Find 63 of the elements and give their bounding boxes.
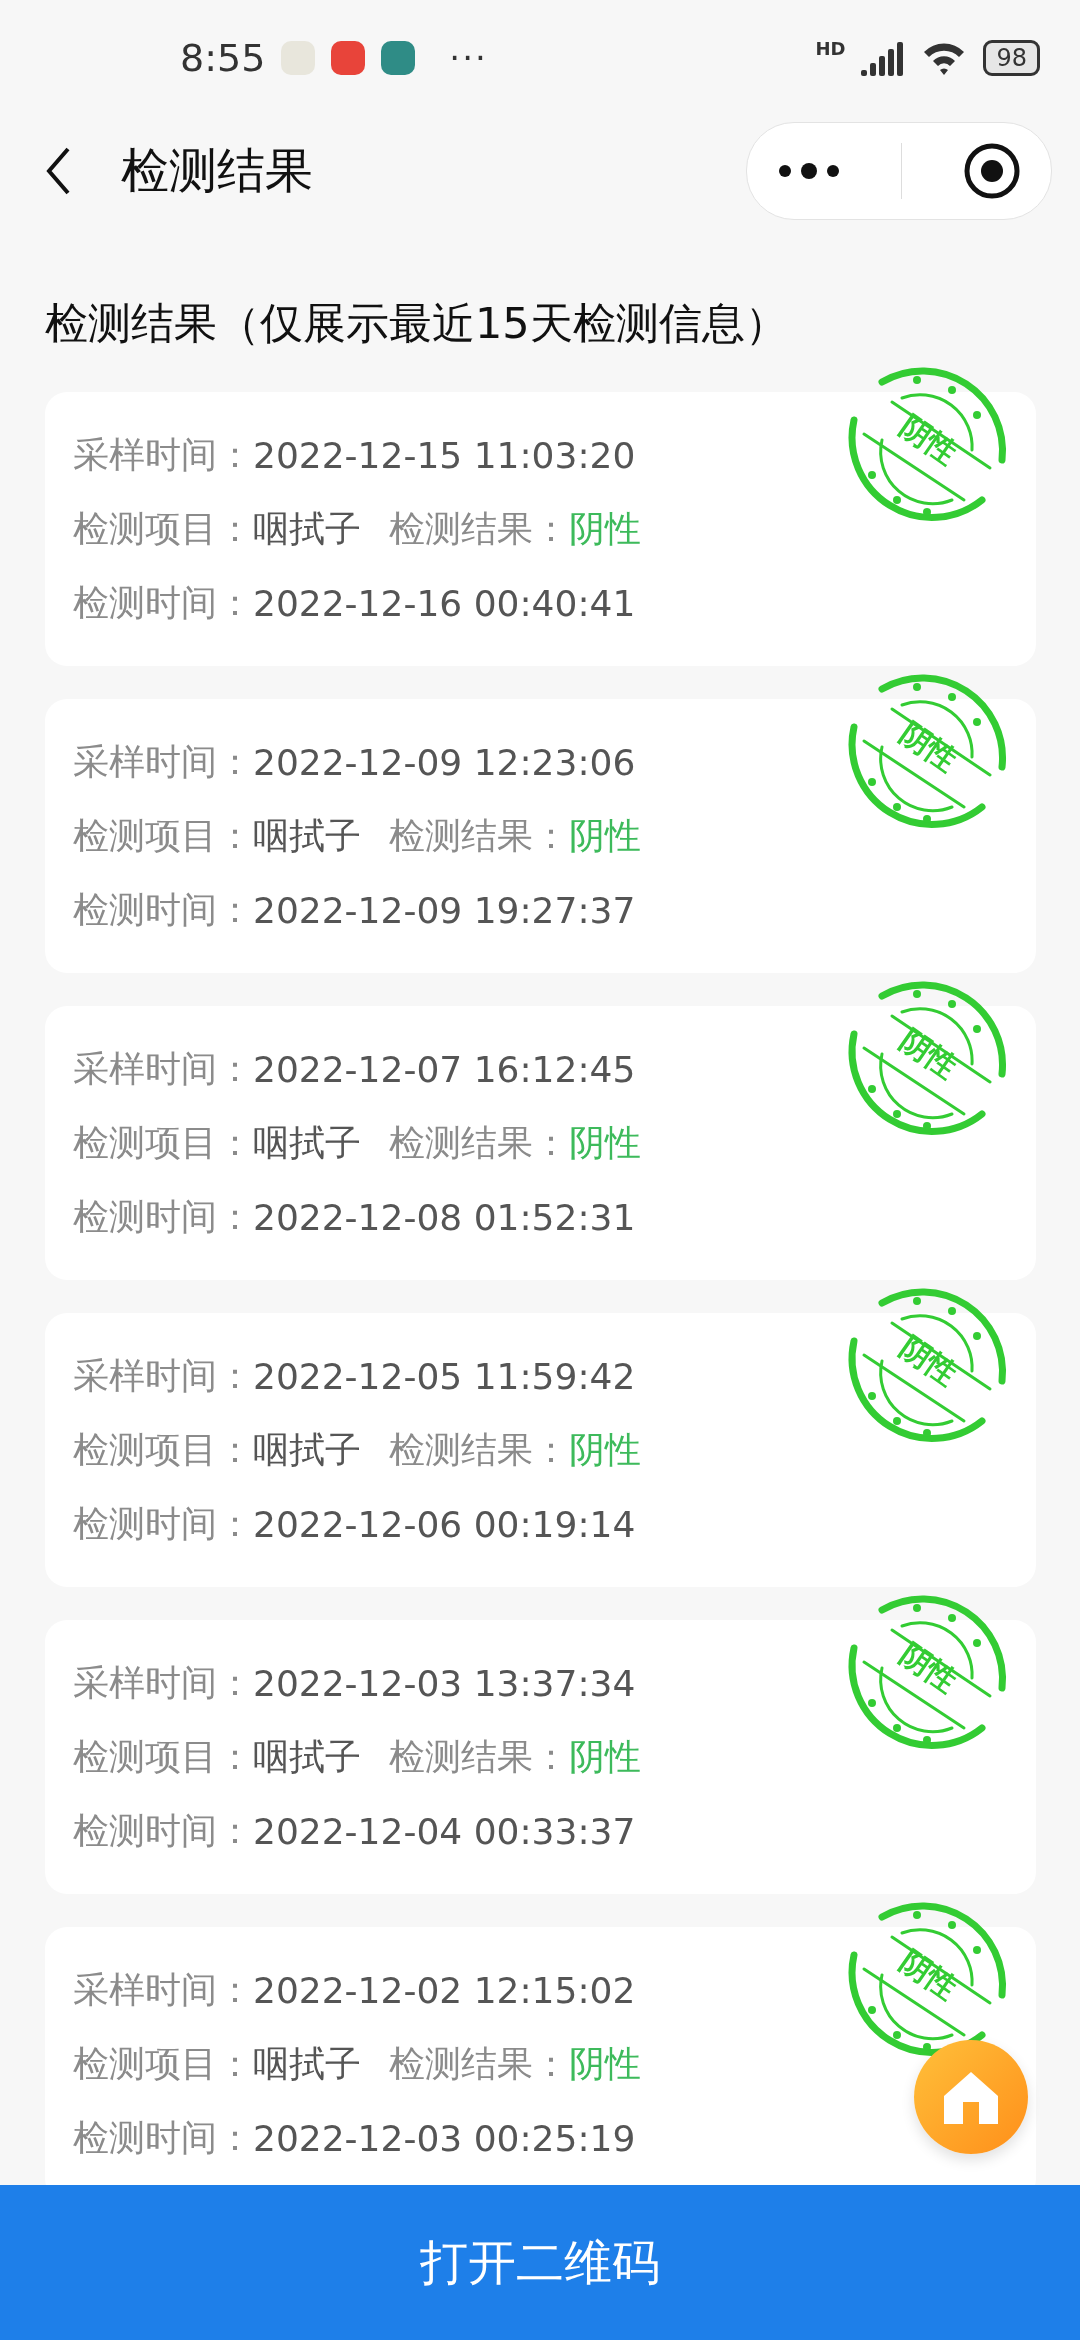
- field-label: 采样时间：: [73, 1353, 253, 1398]
- open-qr-code-button[interactable]: 打开二维码: [0, 2185, 1080, 2340]
- back-icon[interactable]: [45, 146, 71, 196]
- test-time: 2022-12-03 00:25:19: [253, 2117, 636, 2159]
- test-time: 2022-12-08 01:52:31: [253, 1196, 636, 1238]
- field-label: 检测项目：: [73, 2041, 253, 2086]
- app-notification-icon: [281, 41, 316, 75]
- field-label: 采样时间：: [73, 1046, 253, 1091]
- test-item: 咽拭子: [253, 2041, 361, 2086]
- field-label: 采样时间：: [73, 1967, 253, 2012]
- app-notification-icon: [331, 41, 366, 75]
- field-label: 检测项目：: [73, 1120, 253, 1165]
- test-time: 2022-12-06 00:19:14: [253, 1503, 636, 1545]
- field-label: 检测时间：: [73, 580, 253, 625]
- field-label: 采样时间：: [73, 432, 253, 477]
- sample-time: 2022-12-09 12:23:06: [253, 741, 636, 783]
- field-label: 检测结果：: [389, 1427, 569, 1472]
- test-item: 咽拭子: [253, 1427, 361, 1472]
- test-item: 咽拭子: [253, 1120, 361, 1165]
- section-heading: 检测结果（仅展示最近15天检测信息）: [44, 297, 789, 350]
- field-label: 检测结果：: [389, 813, 569, 858]
- field-label: 检测项目：: [73, 813, 253, 858]
- test-item: 咽拭子: [253, 506, 361, 551]
- test-time: 2022-12-04 00:33:37: [253, 1810, 636, 1852]
- field-label: 采样时间：: [73, 1660, 253, 1705]
- app-notification-icon: [381, 41, 416, 75]
- field-label: 检测结果：: [389, 506, 569, 551]
- field-label: 检测项目：: [73, 506, 253, 551]
- page-title: 检测结果: [121, 141, 313, 200]
- field-label: 检测时间：: [73, 887, 253, 932]
- sample-time: 2022-12-02 12:15:02: [253, 1969, 636, 2011]
- more-icon[interactable]: [777, 163, 842, 179]
- test-item: 咽拭子: [253, 813, 361, 858]
- sample-time: 2022-12-03 13:37:34: [253, 1662, 636, 1704]
- field-label: 检测时间：: [73, 2115, 253, 2160]
- field-label: 检测项目：: [73, 1734, 253, 1779]
- sample-time: 2022-12-05 11:59:42: [253, 1355, 636, 1397]
- field-label: 采样时间：: [73, 739, 253, 784]
- field-label: 检测时间：: [73, 1808, 253, 1853]
- home-icon: [942, 2070, 1000, 2124]
- field-label: 检测时间：: [73, 1194, 253, 1239]
- test-time: 2022-12-16 00:40:41: [253, 582, 636, 624]
- sample-time: 2022-12-07 16:12:45: [253, 1048, 636, 1090]
- sample-time: 2022-12-15 11:03:20: [253, 434, 636, 476]
- network-label: HD: [815, 38, 846, 59]
- test-result: 阴性: [569, 2041, 641, 2086]
- test-time: 2022-12-09 19:27:37: [253, 889, 636, 931]
- field-label: 检测结果：: [389, 1734, 569, 1779]
- battery-indicator: 98: [983, 40, 1040, 76]
- field-label: 检测结果：: [389, 1120, 569, 1165]
- field-label: 检测时间：: [73, 1501, 253, 1546]
- signal-icon: [861, 40, 906, 76]
- status-time: 8:55: [180, 36, 266, 80]
- more-notifications: ···: [449, 38, 488, 78]
- test-result: 阴性: [569, 1734, 641, 1779]
- test-item: 咽拭子: [253, 1734, 361, 1779]
- test-result: 阴性: [569, 1427, 641, 1472]
- test-result: 阴性: [569, 813, 641, 858]
- test-result: 阴性: [569, 1120, 641, 1165]
- test-result: 阴性: [569, 506, 641, 551]
- field-label: 检测项目：: [73, 1427, 253, 1472]
- close-icon[interactable]: [962, 142, 1021, 200]
- field-label: 检测结果：: [389, 2041, 569, 2086]
